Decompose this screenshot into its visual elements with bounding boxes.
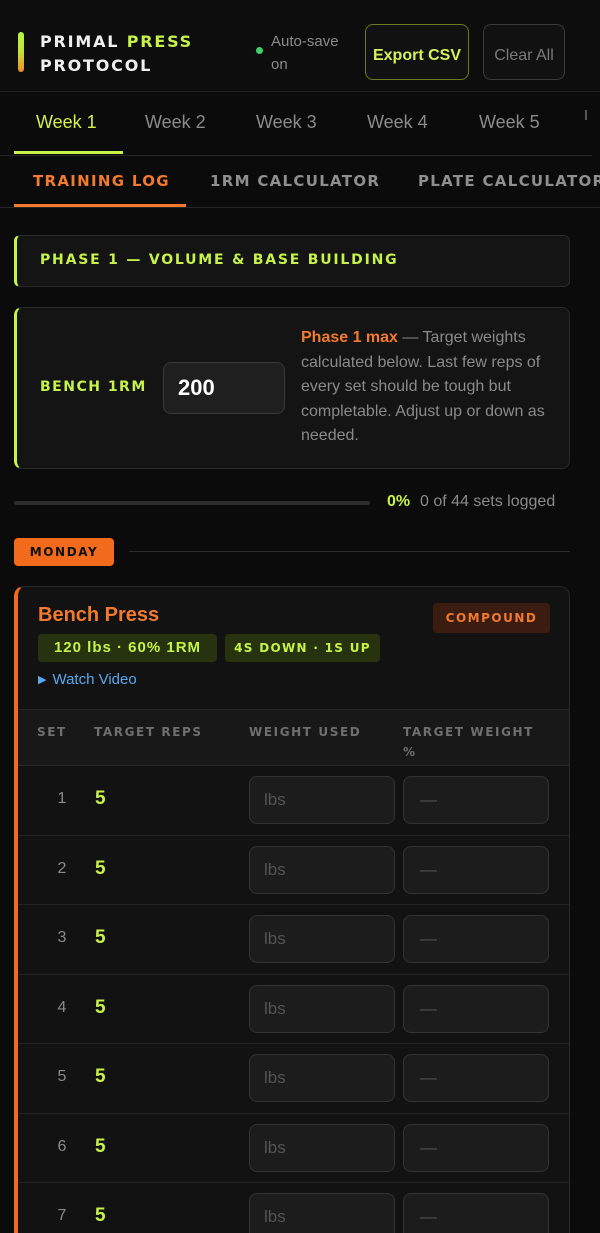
target-weight-value: — <box>403 1054 549 1102</box>
watch-video-label: Watch Video <box>52 671 137 688</box>
watch-video-link[interactable]: ▶ Watch Video <box>38 671 137 688</box>
exercise-card: Bench Press COMPOUND 120 lbs · 60% 1RM 4… <box>14 586 570 1233</box>
tab-training-log[interactable]: TRAINING LOG <box>33 172 170 190</box>
target-reps: 5 <box>95 1135 106 1157</box>
one-rm-description: Phase 1 max — Target weights calculated … <box>301 326 561 449</box>
day-badge: MONDAY <box>14 538 114 566</box>
one-rm-card: BENCH 1RM Phase 1 max — Target weights c… <box>14 307 570 469</box>
column-header-target-reps: TARGET REPS <box>94 725 203 739</box>
export-csv-button[interactable]: Export CSV <box>365 24 469 80</box>
table-row: 7 5 — <box>18 1183 569 1233</box>
set-number: 1 <box>57 790 67 807</box>
brand-word-protocol: PROTOCOL <box>40 56 153 75</box>
weight-used-input[interactable] <box>249 1123 395 1172</box>
set-number: 5 <box>57 1068 67 1085</box>
table-row: 2 5 — <box>18 836 569 905</box>
column-header-target-weight: TARGET WEIGHT % <box>403 725 534 759</box>
one-rm-description-text: — Target weights calculated below. Last … <box>301 329 545 444</box>
tab-week-1[interactable]: Week 1 <box>36 112 97 133</box>
week-tabs: Week 1 Week 2 Week 3 Week 4 Week 5 <box>0 92 592 156</box>
app-title: PRIMAL PRESS PROTOCOL <box>40 30 193 78</box>
weight-used-input[interactable] <box>249 845 395 894</box>
target-reps: 5 <box>95 1066 106 1087</box>
target-weight-chip: 120 lbs · 60% 1RM <box>38 634 217 662</box>
brand-word-press: PRESS <box>126 32 193 51</box>
autosave-status: Auto-save on <box>256 30 356 76</box>
active-section-indicator <box>14 204 186 207</box>
autosave-label: Auto-save on <box>271 33 339 73</box>
weight-used-input[interactable] <box>249 776 395 824</box>
target-weight-value: — <box>403 1193 549 1233</box>
tab-plate-calculator[interactable]: PLATE CALCULATOR <box>418 172 600 190</box>
progress-bar <box>14 501 370 505</box>
target-weight-value: — <box>403 984 549 1033</box>
target-weight-value: — <box>403 1123 549 1172</box>
target-reps: 5 <box>95 788 106 809</box>
tab-overflow-peek <box>585 110 587 120</box>
set-number: 6 <box>57 1137 67 1155</box>
active-week-indicator <box>14 151 123 154</box>
table-row: 1 5 — <box>18 766 569 836</box>
target-weight-value: — <box>403 915 549 963</box>
weight-used-input[interactable] <box>249 1193 395 1233</box>
set-number: 4 <box>57 998 67 1016</box>
phase-banner: PHASE 1 — VOLUME & BASE BUILDING <box>14 235 570 287</box>
table-row: 4 5 — <box>18 975 569 1044</box>
set-number: 3 <box>57 929 67 946</box>
play-icon: ▶ <box>38 674 47 686</box>
app-header: PRIMAL PRESS PROTOCOL Auto-save on Expor… <box>0 0 600 92</box>
target-reps: 5 <box>95 996 106 1018</box>
target-reps: 5 <box>95 927 106 948</box>
exercise-type-badge: COMPOUND <box>433 603 550 633</box>
exercise-name: Bench Press <box>38 604 160 626</box>
tab-week-4[interactable]: Week 4 <box>367 112 428 133</box>
one-rm-label: BENCH 1RM <box>40 379 147 395</box>
clear-all-button[interactable]: Clear All <box>483 24 565 80</box>
weight-used-input[interactable] <box>249 984 395 1033</box>
tab-week-5[interactable]: Week 5 <box>479 112 540 133</box>
brand-word-primal: PRIMAL <box>40 32 120 51</box>
table-row: 3 5 — <box>18 905 569 975</box>
target-weight-value: — <box>403 776 549 824</box>
tab-week-3[interactable]: Week 3 <box>256 112 317 133</box>
progress-percent: 0% <box>387 493 411 510</box>
column-header-set: SET <box>37 725 67 739</box>
target-reps: 5 <box>95 1205 106 1226</box>
table-row: 5 5 — <box>18 1044 569 1114</box>
one-rm-input[interactable] <box>163 362 285 414</box>
set-number: 2 <box>57 859 67 877</box>
tempo-chip: 4S DOWN · 1S UP <box>225 634 380 662</box>
day-divider <box>129 551 570 552</box>
target-reps: 5 <box>95 857 106 879</box>
progress-text: 0 of 44 sets logged <box>420 493 556 510</box>
section-tabs: TRAINING LOG 1RM CALCULATOR PLATE CALCUL… <box>0 156 600 208</box>
status-dot-icon <box>256 47 263 54</box>
weight-used-input[interactable] <box>249 915 395 963</box>
table-row: 6 5 — <box>18 1114 569 1183</box>
phase-title: PHASE 1 — VOLUME & BASE BUILDING <box>40 252 399 268</box>
sets-table-header: SET TARGET REPS WEIGHT USED TARGET WEIGH… <box>18 709 569 766</box>
column-header-weight-used: WEIGHT USED <box>249 725 362 739</box>
target-weight-value: — <box>403 845 549 894</box>
tab-1rm-calculator[interactable]: 1RM CALCULATOR <box>210 172 380 190</box>
weight-used-input[interactable] <box>249 1054 395 1102</box>
set-number: 7 <box>57 1207 67 1224</box>
tab-week-2[interactable]: Week 2 <box>145 112 206 133</box>
phase-max-highlight: Phase 1 max <box>301 329 398 346</box>
logo-accent-bar <box>18 32 24 72</box>
